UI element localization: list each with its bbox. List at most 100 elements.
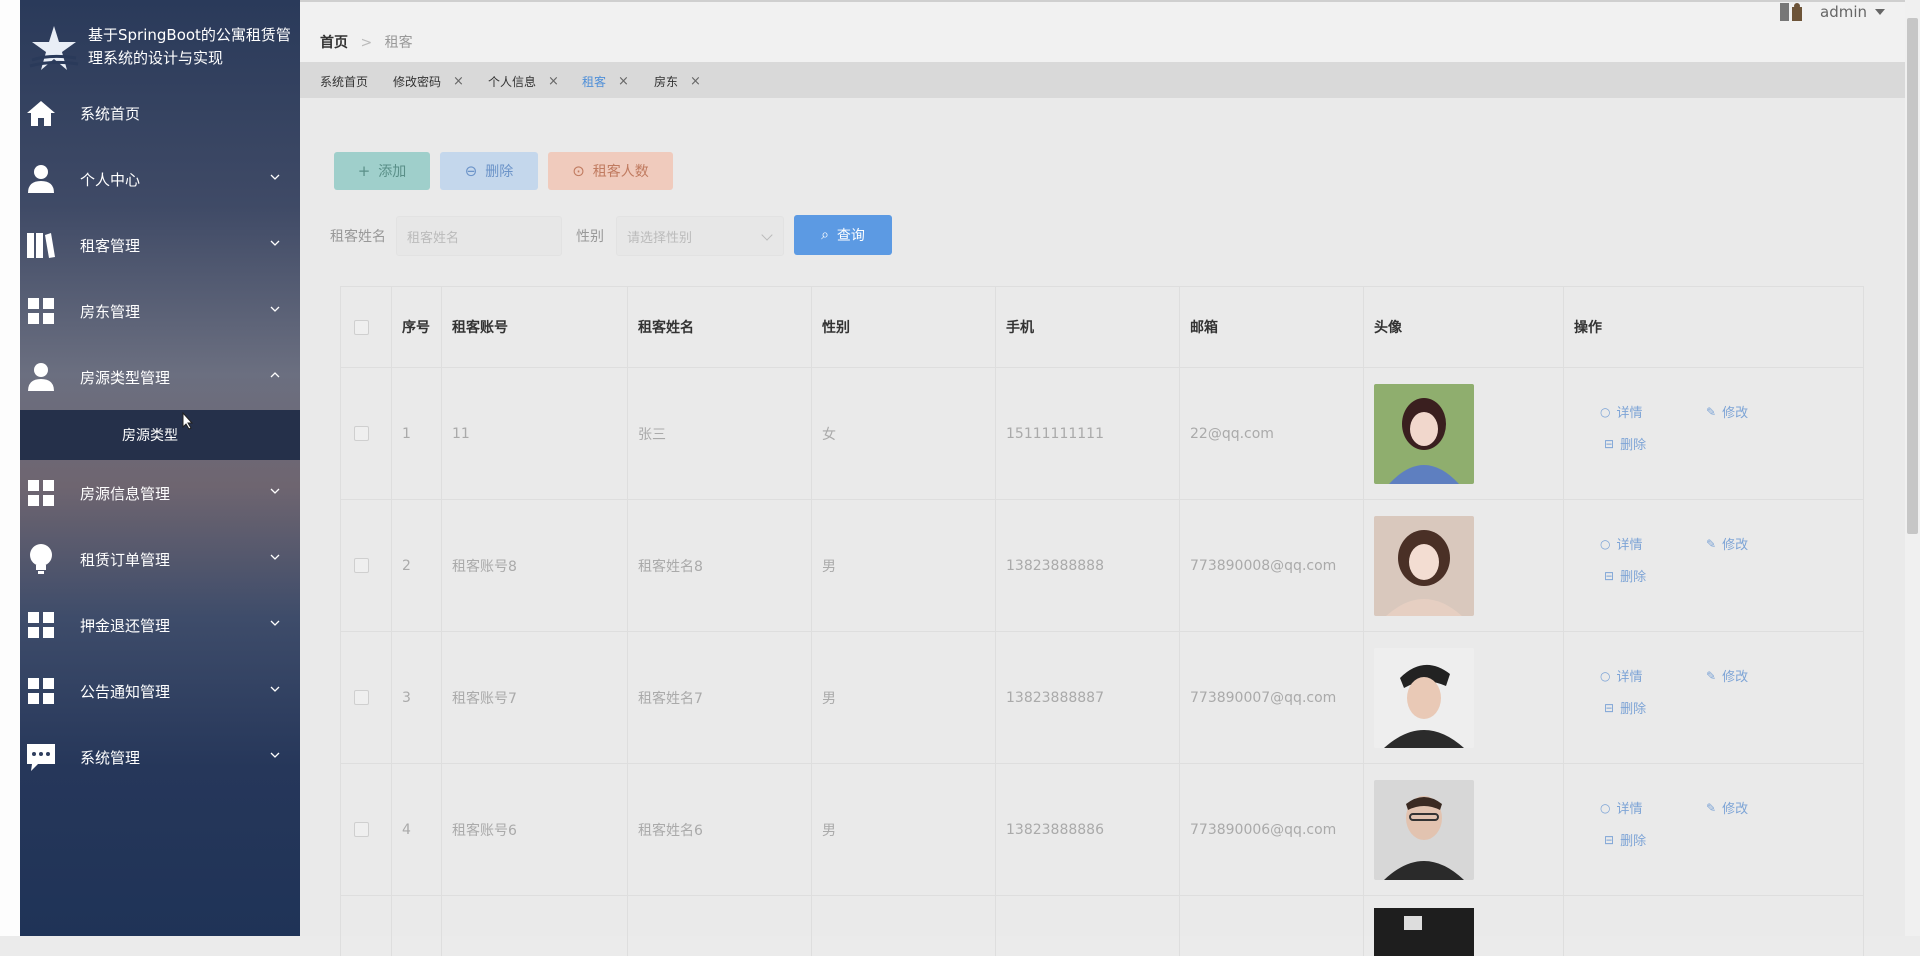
app-title: 基于SpringBoot的公寓租赁管理系统的设计与实现 bbox=[88, 26, 291, 67]
tab-label: 个人信息 bbox=[488, 75, 537, 89]
header-select-cell bbox=[341, 287, 391, 367]
edit-link[interactable]: ✎ 修改 bbox=[1706, 666, 1748, 686]
sidebar-item-label: 房源信息管理 bbox=[80, 484, 171, 503]
add-button[interactable]: + 添加 bbox=[334, 152, 430, 190]
detail-link[interactable]: ○ 详情 bbox=[1600, 798, 1643, 818]
tenant-count-button[interactable]: ⊙ 租客人数 bbox=[548, 152, 673, 190]
cell-avatar bbox=[1363, 500, 1563, 631]
row-checkbox[interactable] bbox=[354, 558, 369, 573]
cell-gender: 男 bbox=[811, 632, 995, 763]
page-scrollbar[interactable] bbox=[1905, 0, 1920, 936]
table-row bbox=[341, 896, 1863, 956]
tab-personal-info[interactable]: 个人信息 × bbox=[488, 73, 559, 90]
column-header: 序号 bbox=[391, 287, 441, 367]
delete-button[interactable]: ⊖ 删除 bbox=[440, 152, 538, 190]
cell-avatar bbox=[1363, 368, 1563, 499]
edit-label: 修改 bbox=[1722, 406, 1749, 421]
sidebar-item-home[interactable]: 系统首页 bbox=[20, 80, 300, 146]
minus-square-icon: ⊟ bbox=[1604, 568, 1615, 583]
chevron-down-icon bbox=[270, 174, 280, 180]
delete-label: 删除 bbox=[1620, 570, 1647, 585]
close-icon[interactable]: × bbox=[690, 74, 701, 89]
caret-down-icon bbox=[1875, 9, 1885, 15]
sidebar-item-system[interactable]: 系统管理 bbox=[20, 724, 300, 790]
breadcrumb-home[interactable]: 首页 bbox=[320, 35, 348, 51]
detail-link[interactable]: ○ 详情 bbox=[1600, 534, 1643, 554]
cell-no: 3 bbox=[391, 632, 441, 763]
mouse-cursor-icon bbox=[182, 412, 194, 430]
tab-home[interactable]: 系统首页 bbox=[320, 73, 368, 90]
cell-actions: ○ 详情 ✎ 修改 ⊟ 删除 bbox=[1563, 764, 1863, 895]
row-checkbox[interactable] bbox=[354, 690, 369, 705]
delete-label: 删除 bbox=[1620, 834, 1647, 849]
delete-link[interactable]: ⊟ 删除 bbox=[1604, 830, 1647, 850]
side-menu: 系统首页 个人中心 租客管理 房东管理 房源类型管理 房源类型 房源信息管理 租… bbox=[20, 80, 300, 790]
delete-link[interactable]: ⊟ 删除 bbox=[1604, 434, 1647, 454]
cell-actions: ○ 详情 ✎ 修改 ⊟ 删除 bbox=[1563, 632, 1863, 763]
cell-phone: 13823888888 bbox=[995, 500, 1179, 631]
bulb-icon bbox=[24, 542, 58, 576]
table-row: 1 11 张三 女 15111111111 22@qq.com ○ 详情 ✎ 修改 … bbox=[341, 368, 1863, 500]
breadcrumb-separator: > bbox=[360, 35, 373, 51]
sidebar-subitem-house-type[interactable]: 房源类型 bbox=[20, 410, 300, 460]
edit-link[interactable]: ✎ 修改 bbox=[1706, 798, 1748, 818]
gender-select[interactable]: 请选择性别 bbox=[616, 216, 784, 256]
chat-icon bbox=[24, 740, 58, 774]
row-select-cell bbox=[341, 764, 391, 895]
select-all-checkbox[interactable] bbox=[354, 319, 369, 335]
column-header: 操作 bbox=[1563, 287, 1863, 367]
tab-landlord[interactable]: 房东 × bbox=[654, 73, 701, 90]
sidebar-item-house-info[interactable]: 房源信息管理 bbox=[20, 460, 300, 526]
cell-avatar bbox=[1363, 764, 1563, 895]
query-button[interactable]: ⌕ 查询 bbox=[794, 215, 892, 255]
gender-filter-label: 性别 bbox=[576, 229, 604, 245]
detail-link[interactable]: ○ 详情 bbox=[1600, 666, 1643, 686]
cell-no: 4 bbox=[391, 764, 441, 895]
cell-no: 1 bbox=[391, 368, 441, 499]
close-icon[interactable]: × bbox=[548, 74, 559, 89]
query-button-label: 查询 bbox=[836, 228, 865, 244]
breadcrumb-current: 租客 bbox=[384, 35, 413, 51]
edit-link[interactable]: ✎ 修改 bbox=[1706, 534, 1749, 554]
scrollbar-thumb[interactable] bbox=[1907, 18, 1918, 534]
user-menu[interactable]: admin bbox=[1778, 2, 1885, 22]
name-search-input[interactable]: 租客姓名 bbox=[396, 216, 562, 256]
sidebar-item-deposit[interactable]: 押金退还管理 bbox=[20, 592, 300, 658]
close-icon[interactable]: × bbox=[453, 74, 464, 89]
tab-label: 房东 bbox=[654, 75, 679, 89]
delete-link[interactable]: ⊟ 删除 bbox=[1604, 566, 1647, 586]
avatar-photo bbox=[1374, 647, 1474, 748]
sidebar-item-label: 房源类型管理 bbox=[80, 368, 171, 387]
detail-link[interactable]: ○ 详情 bbox=[1600, 402, 1643, 422]
detail-label: 详情 bbox=[1616, 670, 1643, 685]
row-checkbox[interactable] bbox=[354, 426, 369, 441]
tenant-count-label: 租客人数 bbox=[592, 164, 649, 180]
cell-actions bbox=[1563, 896, 1863, 956]
edit-link[interactable]: ✎ 修改 bbox=[1706, 402, 1749, 422]
sidebar-item-personal[interactable]: 个人中心 bbox=[20, 146, 300, 212]
table-row: 4 租客账号6 租客姓名6 男 13823888886 773890006@qq… bbox=[341, 764, 1863, 896]
tab-tenant[interactable]: 租客 × bbox=[582, 73, 629, 90]
sidebar-item-house-types[interactable]: 房源类型管理 bbox=[20, 344, 300, 410]
cell-name: 租客姓名6 bbox=[627, 764, 811, 895]
plus-icon: + bbox=[357, 162, 371, 180]
sidebar-item-notices[interactable]: 公告通知管理 bbox=[20, 658, 300, 724]
close-icon[interactable]: × bbox=[618, 74, 629, 89]
sidebar-item-landlords[interactable]: 房东管理 bbox=[20, 278, 300, 344]
edit-label: 修改 bbox=[1722, 538, 1749, 553]
delete-link[interactable]: ⊟ 删除 bbox=[1604, 698, 1646, 718]
sidebar-item-label: 系统管理 bbox=[80, 748, 141, 767]
edit-icon: ✎ bbox=[1706, 536, 1717, 551]
row-checkbox[interactable] bbox=[354, 822, 369, 837]
tab-label: 修改密码 bbox=[393, 75, 442, 89]
sidebar-subitem-label: 房源类型 bbox=[122, 428, 178, 444]
tab-change-password[interactable]: 修改密码 × bbox=[393, 73, 464, 90]
sidebar-item-orders[interactable]: 租赁订单管理 bbox=[20, 526, 300, 592]
tabs-bar: 系统首页 修改密码 × 个人信息 × 租客 × 房东 × bbox=[300, 62, 1905, 99]
search-icon: ○ bbox=[1600, 404, 1611, 419]
cell-account: 租客账号7 bbox=[441, 632, 627, 763]
delete-label: 删除 bbox=[1620, 438, 1647, 453]
column-header: 头像 bbox=[1363, 287, 1563, 367]
sidebar-item-tenants[interactable]: 租客管理 bbox=[20, 212, 300, 278]
breadcrumb: 首页 > 租客 bbox=[320, 32, 413, 52]
